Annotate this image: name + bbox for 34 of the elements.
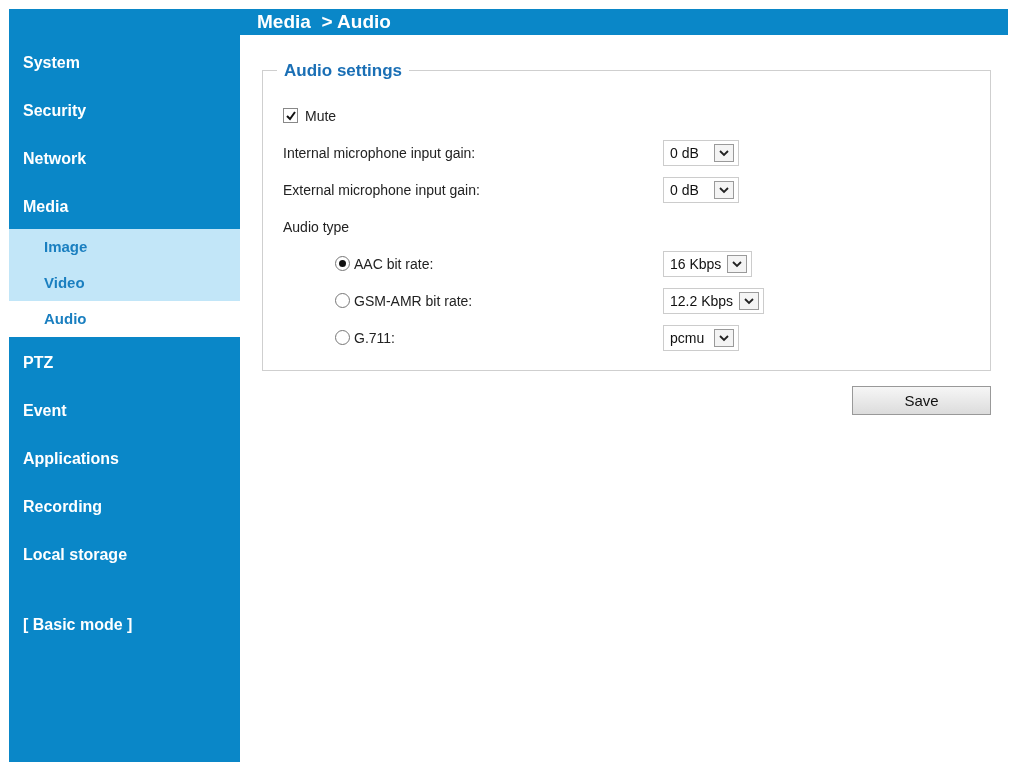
submenu-item[interactable]: Image <box>9 229 240 265</box>
checkbox-label: Mute <box>305 107 337 124</box>
sidebar-item[interactable]: Event <box>9 397 240 445</box>
radio-label: GSM-AMR bit rate: <box>354 292 473 309</box>
caret-icon <box>714 143 734 162</box>
field-label: External microphone input gain: <box>283 181 480 198</box>
group-label: Audio type <box>283 218 350 235</box>
checkbox[interactable] <box>283 108 298 123</box>
submenu-item[interactable]: Audio <box>9 301 240 337</box>
caret-icon <box>714 328 734 347</box>
sidebar-item[interactable]: System <box>9 49 240 97</box>
radio-label: AAC bit rate: <box>354 255 434 272</box>
dropdown[interactable]: pcmu <box>663 324 739 351</box>
radio-label: G.711: <box>354 329 395 346</box>
sidebar-item[interactable]: Network <box>9 145 240 193</box>
save-button[interactable]: Save <box>852 386 991 415</box>
caret-icon <box>727 254 748 273</box>
dropdown[interactable]: 12.2 Kbps <box>663 287 765 314</box>
caret-icon <box>714 180 734 199</box>
sidebar-item[interactable]: Local storage <box>9 541 240 589</box>
sidebar-item[interactable]: Applications <box>9 445 240 493</box>
sidebar-item[interactable]: Recording <box>9 493 240 541</box>
section-title: Audio settings <box>277 61 410 81</box>
dropdown[interactable]: 16 Kbps <box>663 250 753 277</box>
caret-icon <box>739 291 760 310</box>
sidebar-item[interactable]: Media <box>9 193 240 229</box>
dropdown[interactable]: 0 dB <box>663 176 739 203</box>
page-title: Media > Audio <box>257 11 391 33</box>
field-label: Internal microphone input gain: <box>283 144 476 161</box>
dropdown[interactable]: 0 dB <box>663 139 739 166</box>
sidebar-item[interactable]: Security <box>9 97 240 145</box>
mode-link[interactable]: [ Basic mode ] <box>9 611 240 659</box>
submenu-item[interactable]: Video <box>9 265 240 301</box>
sidebar-item[interactable]: PTZ <box>9 349 240 397</box>
